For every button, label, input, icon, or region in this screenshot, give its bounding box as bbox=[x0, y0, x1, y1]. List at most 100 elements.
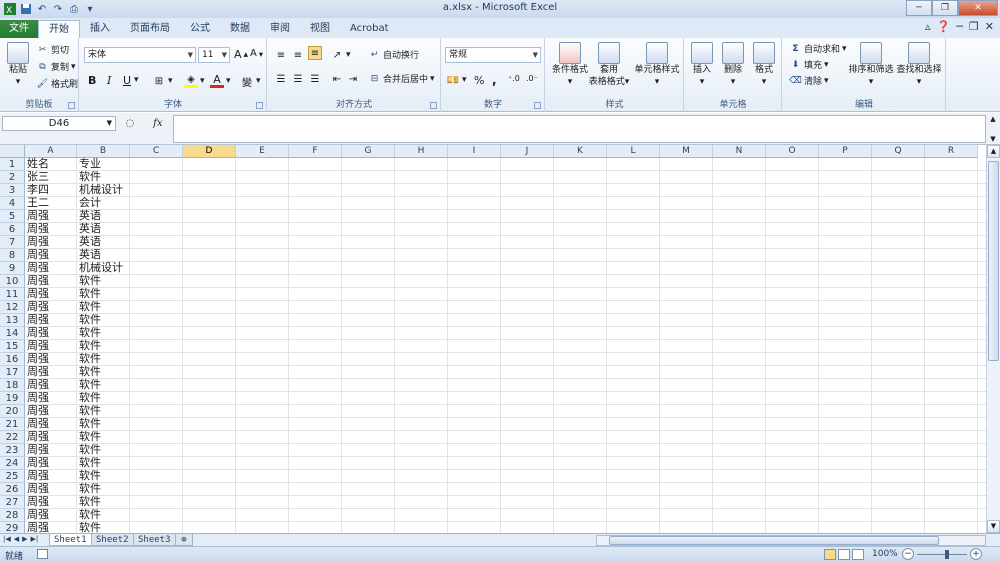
comma-button[interactable]: , bbox=[492, 73, 497, 87]
row-header[interactable]: 1 bbox=[0, 158, 25, 171]
workbook-close-icon[interactable]: ✕ bbox=[985, 20, 994, 33]
horizontal-scroll-thumb[interactable] bbox=[609, 536, 939, 545]
number-launcher-icon[interactable] bbox=[534, 102, 541, 109]
sort-filter-button[interactable]: 排序和筛选 ▾ bbox=[847, 42, 895, 88]
column-header[interactable]: P bbox=[819, 145, 872, 158]
column-header[interactable]: D bbox=[183, 145, 236, 158]
column-header[interactable]: H bbox=[395, 145, 448, 158]
conditional-format-button[interactable]: 条件格式 ▾ bbox=[548, 42, 592, 88]
clipboard-launcher-icon[interactable] bbox=[68, 102, 75, 109]
row-header[interactable]: 3 bbox=[0, 184, 25, 197]
column-header[interactable]: N bbox=[713, 145, 766, 158]
name-box[interactable]: D46 ▼ bbox=[2, 116, 116, 131]
row-header[interactable]: 19 bbox=[0, 392, 25, 405]
row-header[interactable]: 28 bbox=[0, 509, 25, 522]
column-header[interactable]: C bbox=[130, 145, 183, 158]
worksheet-grid[interactable]: A B C D E F G H I J K L M N O P Q R 1 姓名 专业 2 张三 软件 3 李四 机械设计 4 王二 会计… bbox=[0, 145, 986, 533]
save-icon[interactable] bbox=[19, 2, 33, 16]
row-header[interactable]: 11 bbox=[0, 288, 25, 301]
font-launcher-icon[interactable] bbox=[256, 102, 263, 109]
increase-decimal-button[interactable]: ⁺.0 bbox=[508, 74, 520, 83]
grow-font-button[interactable]: A ▴ bbox=[234, 48, 248, 61]
decrease-indent-button[interactable]: ⇤ bbox=[330, 72, 344, 86]
tab-insert[interactable]: 插入 bbox=[80, 20, 120, 38]
minimize-ribbon-icon[interactable]: ▵ bbox=[925, 20, 931, 33]
column-header[interactable]: M bbox=[660, 145, 713, 158]
row-header[interactable]: 15 bbox=[0, 340, 25, 353]
qat-dropdown-icon[interactable]: ▾ bbox=[83, 2, 97, 16]
restore-button[interactable]: ❐ bbox=[932, 0, 958, 16]
border-button[interactable]: ⊞ ▾ bbox=[152, 74, 173, 88]
normal-view-icon[interactable] bbox=[824, 549, 836, 560]
column-header[interactable]: O bbox=[766, 145, 819, 158]
zoom-level[interactable]: 100% bbox=[872, 549, 898, 559]
copy-button[interactable]: ⧉ 复制 ▾ bbox=[36, 60, 75, 74]
last-sheet-icon[interactable]: ▶| bbox=[31, 535, 39, 543]
find-select-button[interactable]: 查找和选择 ▾ bbox=[895, 42, 943, 88]
row-header[interactable]: 2 bbox=[0, 171, 25, 184]
tab-formulas[interactable]: 公式 bbox=[180, 20, 220, 38]
clear-button[interactable]: ⌫ 清除 ▾ bbox=[789, 74, 828, 88]
percent-button[interactable]: % bbox=[474, 74, 484, 87]
align-bottom-button[interactable]: ≡ bbox=[308, 46, 322, 60]
format-painter-button[interactable]: 🖌 格式刷 bbox=[36, 77, 78, 91]
zoom-slider-thumb[interactable] bbox=[945, 550, 949, 559]
row-header[interactable]: 23 bbox=[0, 444, 25, 457]
align-right-button[interactable]: ☰ bbox=[308, 72, 322, 86]
prev-sheet-icon[interactable]: ◀ bbox=[14, 535, 19, 543]
column-header[interactable]: K bbox=[554, 145, 607, 158]
tab-file[interactable]: 文件 bbox=[0, 20, 38, 38]
minimize-button[interactable]: ─ bbox=[906, 0, 932, 16]
decrease-decimal-button[interactable]: .0⁻ bbox=[526, 74, 538, 83]
column-header[interactable]: R bbox=[925, 145, 978, 158]
row-header[interactable]: 16 bbox=[0, 353, 25, 366]
page-layout-view-icon[interactable] bbox=[838, 549, 850, 560]
print-preview-icon[interactable]: ⎙ bbox=[67, 2, 81, 16]
underline-dropdown-icon[interactable]: ▾ bbox=[134, 75, 139, 85]
fill-button[interactable]: ⬇ 填充 ▾ bbox=[789, 58, 829, 72]
font-size-combo[interactable]: 11 ▼ bbox=[198, 47, 230, 63]
tab-review[interactable]: 审阅 bbox=[260, 20, 300, 38]
column-header[interactable]: I bbox=[448, 145, 501, 158]
help-icon[interactable]: ❓ bbox=[937, 20, 951, 33]
redo-icon[interactable]: ↷ bbox=[51, 2, 65, 16]
tab-page-layout[interactable]: 页面布局 bbox=[120, 20, 180, 38]
row-header[interactable]: 7 bbox=[0, 236, 25, 249]
close-button[interactable]: ✕ bbox=[958, 0, 998, 16]
column-header[interactable]: F bbox=[289, 145, 342, 158]
row-header[interactable]: 14 bbox=[0, 327, 25, 340]
first-sheet-icon[interactable]: |◀ bbox=[3, 535, 11, 543]
cell-styles-button[interactable]: 单元格样式 ▾ bbox=[632, 42, 682, 88]
insert-function-button[interactable]: fx bbox=[153, 118, 162, 129]
number-format-combo[interactable]: 常规 ▼ bbox=[445, 47, 541, 63]
page-break-view-icon[interactable] bbox=[852, 549, 864, 560]
row-header[interactable]: 5 bbox=[0, 210, 25, 223]
select-all-corner[interactable] bbox=[0, 145, 25, 158]
row-header[interactable]: 13 bbox=[0, 314, 25, 327]
formula-input[interactable] bbox=[173, 115, 986, 143]
align-left-button[interactable]: ☰ bbox=[274, 72, 288, 86]
delete-cells-button[interactable]: 删除 ▾ bbox=[718, 42, 748, 88]
align-middle-button[interactable]: ≡ bbox=[291, 48, 305, 62]
paste-button[interactable]: 粘贴 ▾ bbox=[4, 42, 32, 88]
cell[interactable]: 软件 bbox=[77, 522, 130, 534]
increase-indent-button[interactable]: ⇥ bbox=[346, 72, 360, 86]
row-header[interactable]: 6 bbox=[0, 223, 25, 236]
column-header[interactable]: L bbox=[607, 145, 660, 158]
row-header[interactable]: 25 bbox=[0, 470, 25, 483]
row-header[interactable]: 22 bbox=[0, 431, 25, 444]
zoom-in-icon[interactable]: + bbox=[970, 548, 982, 560]
align-center-button[interactable]: ☰ bbox=[291, 72, 305, 86]
vertical-scrollbar[interactable]: ▲ ▼ bbox=[986, 145, 1000, 533]
row-header[interactable]: 26 bbox=[0, 483, 25, 496]
horizontal-scrollbar[interactable] bbox=[596, 535, 986, 546]
row-header[interactable]: 21 bbox=[0, 418, 25, 431]
insert-sheet-icon[interactable]: ⊕ bbox=[175, 534, 193, 546]
format-as-table-button[interactable]: 套用 表格格式▾ bbox=[588, 42, 630, 88]
row-header[interactable]: 27 bbox=[0, 496, 25, 509]
accounting-format-button[interactable]: 💴 ▾ bbox=[446, 73, 467, 87]
shrink-font-button[interactable]: A ▾ bbox=[250, 48, 263, 59]
row-header[interactable]: 8 bbox=[0, 249, 25, 262]
tab-acrobat[interactable]: Acrobat bbox=[340, 20, 399, 38]
column-header[interactable]: G bbox=[342, 145, 395, 158]
